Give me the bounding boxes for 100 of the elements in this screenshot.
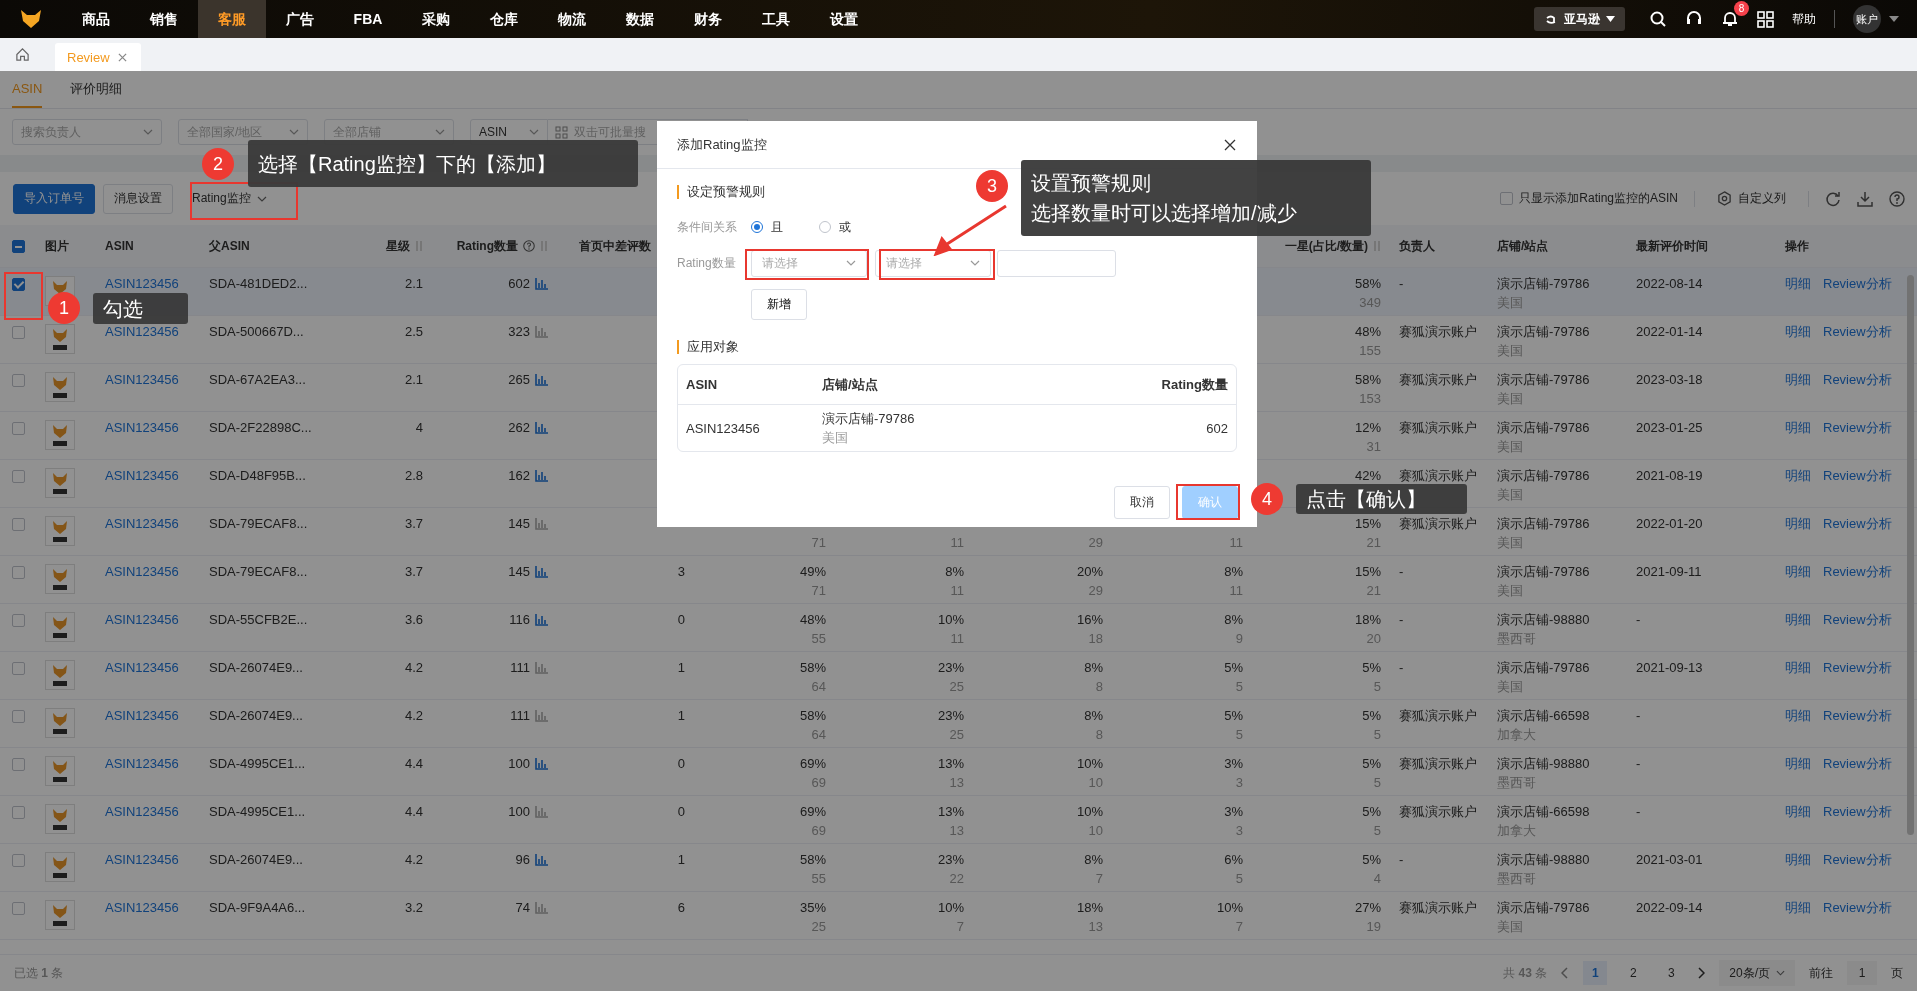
asin-link[interactable]: ASIN123456 bbox=[105, 898, 179, 917]
action-link[interactable]: Review分析 bbox=[1823, 610, 1892, 629]
action-link[interactable]: Review分析 bbox=[1823, 898, 1892, 917]
action-link[interactable]: Review分析 bbox=[1823, 514, 1892, 533]
select-all-checkbox[interactable] bbox=[11, 239, 25, 253]
action-link[interactable]: Review分析 bbox=[1823, 850, 1892, 869]
bar-chart-icon[interactable] bbox=[535, 709, 548, 722]
row-checkbox[interactable] bbox=[11, 614, 25, 627]
nav-item[interactable]: 采购 bbox=[402, 0, 470, 38]
custom-columns-button[interactable]: 自定义列 bbox=[1711, 189, 1792, 208]
dialog-button[interactable]: 取消 bbox=[1114, 486, 1170, 519]
help-icon[interactable] bbox=[1889, 190, 1905, 207]
action-link[interactable]: Review分析 bbox=[1823, 754, 1892, 773]
radio-label[interactable]: 且 bbox=[771, 218, 783, 236]
help-link[interactable]: 帮助 bbox=[1792, 10, 1816, 28]
bar-chart-icon[interactable] bbox=[535, 325, 548, 338]
action-link[interactable]: Review分析 bbox=[1823, 274, 1892, 293]
row-checkbox[interactable] bbox=[11, 470, 25, 483]
nav-item[interactable]: FBA bbox=[334, 0, 402, 38]
asin-link[interactable]: ASIN123456 bbox=[105, 370, 179, 389]
bar-chart-icon[interactable] bbox=[535, 853, 548, 866]
action-link[interactable]: Review分析 bbox=[1823, 466, 1892, 485]
row-checkbox[interactable] bbox=[11, 662, 25, 675]
row-checkbox[interactable] bbox=[11, 518, 25, 531]
row-checkbox[interactable] bbox=[11, 422, 25, 435]
row-checkbox[interactable] bbox=[11, 710, 25, 723]
bar-chart-icon[interactable] bbox=[535, 373, 548, 386]
bar-chart-icon[interactable] bbox=[535, 517, 548, 530]
asin-link[interactable]: ASIN123456 bbox=[105, 562, 179, 581]
refresh-icon[interactable] bbox=[1825, 190, 1841, 207]
action-link[interactable]: 明细 bbox=[1785, 802, 1811, 821]
nav-item[interactable]: 仓库 bbox=[470, 0, 538, 38]
asin-link[interactable]: ASIN123456 bbox=[105, 658, 179, 677]
action-link[interactable]: 明细 bbox=[1785, 322, 1811, 341]
action-link[interactable]: 明细 bbox=[1785, 754, 1811, 773]
bar-chart-icon[interactable] bbox=[535, 901, 548, 914]
page-button[interactable]: 3 bbox=[1659, 961, 1684, 985]
bar-chart-icon[interactable] bbox=[535, 421, 548, 434]
bar-chart-icon[interactable] bbox=[535, 805, 548, 818]
action-link[interactable]: Review分析 bbox=[1823, 802, 1892, 821]
row-checkbox[interactable] bbox=[11, 374, 25, 387]
row-checkbox[interactable] bbox=[11, 854, 25, 867]
row-checkbox[interactable] bbox=[11, 566, 25, 579]
sort-icon[interactable] bbox=[415, 240, 423, 252]
account-avatar[interactable]: 账户 bbox=[1853, 5, 1881, 33]
action-link[interactable]: Review分析 bbox=[1823, 418, 1892, 437]
nav-item[interactable]: 财务 bbox=[674, 0, 742, 38]
row-checkbox[interactable] bbox=[11, 278, 25, 291]
row-checkbox[interactable] bbox=[11, 758, 25, 771]
page-button[interactable]: 2 bbox=[1621, 961, 1646, 985]
bar-chart-icon[interactable] bbox=[535, 565, 548, 578]
sort-icon[interactable] bbox=[540, 240, 548, 252]
action-link[interactable]: 明细 bbox=[1785, 610, 1811, 629]
nav-item[interactable]: 物流 bbox=[538, 0, 606, 38]
asin-link[interactable]: ASIN123456 bbox=[105, 274, 179, 293]
radio-label[interactable]: 或 bbox=[839, 218, 851, 236]
action-link[interactable]: Review分析 bbox=[1823, 658, 1892, 677]
chevron-right-icon[interactable] bbox=[1697, 967, 1706, 979]
add-button[interactable]: 新增 bbox=[751, 289, 807, 320]
bar-chart-icon[interactable] bbox=[535, 469, 548, 482]
nav-item[interactable]: 商品 bbox=[62, 0, 130, 38]
asin-link[interactable]: ASIN123456 bbox=[105, 754, 179, 773]
action-link[interactable]: 明细 bbox=[1785, 370, 1811, 389]
search-icon[interactable] bbox=[1649, 10, 1667, 28]
sub-tab[interactable]: ASIN bbox=[12, 71, 43, 108]
nav-item[interactable]: 销售 bbox=[130, 0, 198, 38]
bar-chart-icon[interactable] bbox=[535, 661, 548, 674]
scrollbar[interactable] bbox=[1907, 275, 1914, 835]
action-link[interactable]: 明细 bbox=[1785, 562, 1811, 581]
bar-chart-icon[interactable] bbox=[535, 277, 548, 290]
toolbar-button[interactable]: 消息设置 bbox=[103, 183, 173, 214]
asin-link[interactable]: ASIN123456 bbox=[105, 850, 179, 869]
page-input[interactable]: 1 bbox=[1847, 961, 1877, 985]
action-link[interactable]: 明细 bbox=[1785, 850, 1811, 869]
nav-item[interactable]: 客服 bbox=[198, 0, 266, 38]
action-link[interactable]: 明细 bbox=[1785, 274, 1811, 293]
close-icon[interactable] bbox=[1224, 138, 1236, 151]
page-tab[interactable]: Review bbox=[55, 43, 141, 71]
bell-icon[interactable] bbox=[1721, 10, 1739, 28]
marketplace-select[interactable]: 亚马逊 bbox=[1534, 7, 1625, 31]
sub-tab[interactable]: 评价明细 bbox=[70, 71, 123, 108]
action-link[interactable]: Review分析 bbox=[1823, 370, 1892, 389]
asin-link[interactable]: ASIN123456 bbox=[105, 466, 179, 485]
row-checkbox[interactable] bbox=[11, 902, 25, 915]
action-link[interactable]: Review分析 bbox=[1823, 322, 1892, 341]
row-checkbox[interactable] bbox=[11, 806, 25, 819]
toolbar-button[interactable]: 导入订单号 bbox=[13, 183, 95, 214]
page-size-select[interactable]: 20条/页 bbox=[1719, 960, 1795, 986]
asin-link[interactable]: ASIN123456 bbox=[105, 802, 179, 821]
sort-icon[interactable] bbox=[1373, 240, 1381, 252]
nav-item[interactable]: 数据 bbox=[606, 0, 674, 38]
asin-link[interactable]: ASIN123456 bbox=[105, 706, 179, 725]
action-link[interactable]: Review分析 bbox=[1823, 706, 1892, 725]
asin-link[interactable]: ASIN123456 bbox=[105, 610, 179, 629]
caret-icon[interactable] bbox=[1889, 16, 1899, 22]
nav-item[interactable]: 广告 bbox=[266, 0, 334, 38]
action-link[interactable]: 明细 bbox=[1785, 418, 1811, 437]
download-icon[interactable] bbox=[1857, 190, 1873, 207]
asin-link[interactable]: ASIN123456 bbox=[105, 514, 179, 533]
nav-item[interactable]: 工具 bbox=[742, 0, 810, 38]
